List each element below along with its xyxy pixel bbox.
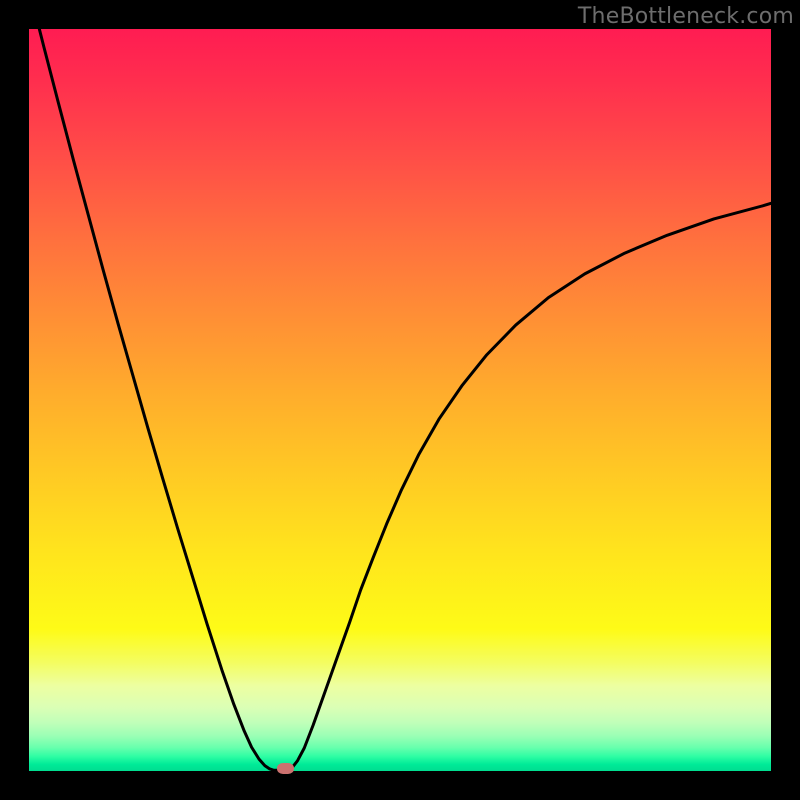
bottleneck-chart: TheBottleneck.com <box>0 0 800 800</box>
plot-area <box>29 29 771 771</box>
